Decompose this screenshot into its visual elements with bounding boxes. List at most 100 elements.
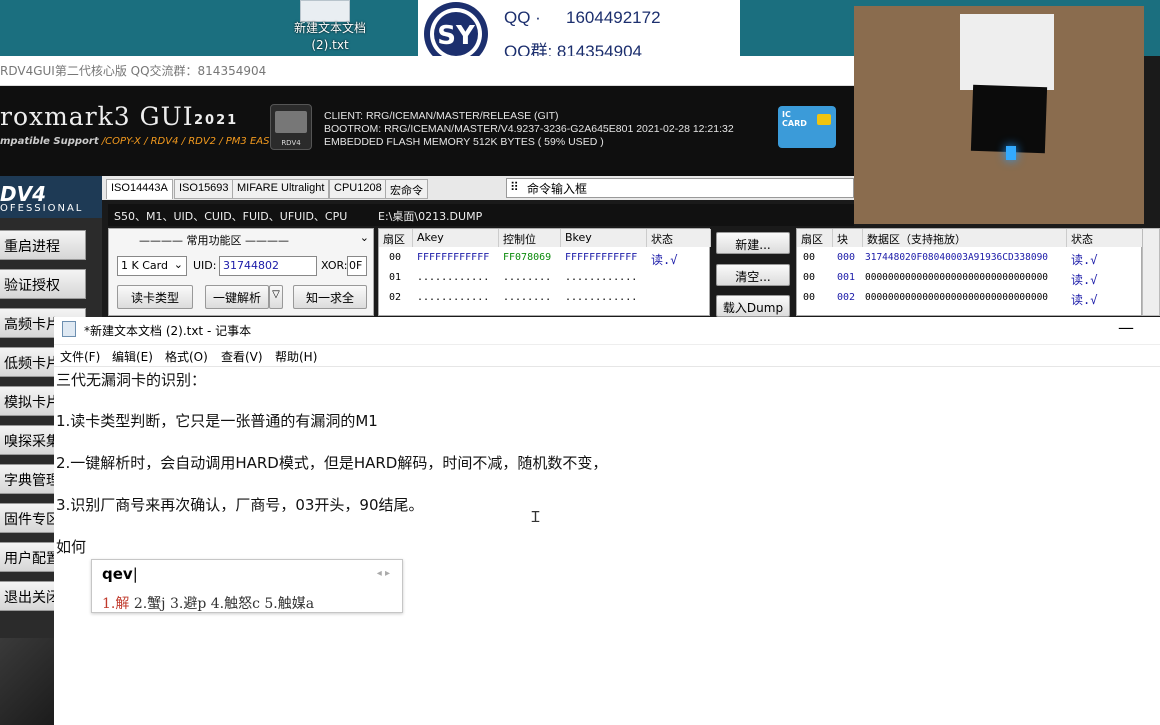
uid-label: UID: (193, 259, 217, 272)
command-icon: ⠿ (510, 180, 519, 194)
status-cell: 读.√ (1071, 293, 1098, 307)
ctrl-cell[interactable]: ........ (503, 272, 551, 283)
collapse-icon[interactable]: ⌄ (360, 231, 369, 244)
menu-edit[interactable]: 编辑(E) (112, 348, 153, 365)
sector-key-table: 扇区 Akey 控制位 Bkey 状态 00 FFFFFFFFFFFF FF07… (378, 228, 711, 316)
col-bkey: Bkey (561, 229, 647, 247)
load-dump-button[interactable]: 载入Dump (716, 295, 790, 317)
text-line: 三代无漏洞卡的识别： (56, 371, 207, 389)
sidebar-header: DV4 OFESSIONAL (0, 176, 102, 218)
brand-title: roxmark3 GUI (0, 102, 194, 131)
function-panel: ———— 常用功能区 ———— ⌄ 1 K Card ⌄ UID: 317448… (108, 228, 374, 316)
card-type-value: 1 K Card (121, 259, 168, 272)
col-block: 块 (833, 229, 863, 247)
block-cell[interactable]: 000 (837, 252, 855, 263)
parse-dropdown-icon[interactable]: ▽ (269, 285, 283, 309)
col-sector: 扇区 (797, 229, 833, 247)
sidebar-button-verify[interactable]: 验证授权 (0, 269, 86, 299)
ime-candidates[interactable]: 1.解 2.蟹j 3.避p 4.触怒c 5.触媒a (102, 593, 314, 613)
know-all-button[interactable]: 知一求全 (293, 285, 367, 309)
card-image (960, 14, 1054, 90)
bkey-cell[interactable]: FFFFFFFFFFFF (565, 252, 637, 263)
block-cell[interactable]: 001 (837, 272, 855, 283)
logo-text: SY (437, 21, 476, 51)
one-key-parse-button[interactable]: 一键解析 (205, 285, 269, 309)
akey-cell[interactable]: ............ (417, 292, 489, 303)
command-label: 命令输入框 (527, 182, 588, 196)
desktop-file-label[interactable]: 新建文本文档 (2).txt (262, 20, 398, 54)
tab-iso14443a[interactable]: ISO14443A (106, 179, 173, 199)
text-file-icon[interactable] (300, 0, 350, 22)
menu-help[interactable]: 帮助(H) (275, 348, 317, 365)
tab-cpu1208[interactable]: CPU1208 (329, 179, 387, 199)
block-data-table: 扇区 块 数据区（支持拖放） 状态 00 000 317448020F08040… (796, 228, 1143, 316)
table-row[interactable]: 01 (389, 272, 401, 283)
menu-file[interactable]: 文件(F) (60, 348, 100, 365)
menu-view[interactable]: 查看(V) (221, 348, 263, 365)
data-cell[interactable]: 00000000000000000000000000000000 (865, 292, 1048, 303)
brand-subtitle: mpatible Support /COPY-X / RDV4 / RDV2 /… (0, 136, 276, 147)
text-line: 2.一键解析时，会自动调用HARD模式，但是HARD解码，时间不减，随机数不变， (56, 454, 608, 472)
card-types: S50、M1、UID、CUID、FUID、UFUID、CPU (114, 210, 348, 223)
col-status: 状态 (1067, 229, 1143, 247)
col-status: 状态 (647, 229, 711, 247)
sidebar-button-restart[interactable]: 重启进程 (0, 230, 86, 260)
minimize-icon[interactable]: — (1118, 318, 1134, 337)
akey-cell[interactable]: ............ (417, 272, 489, 283)
command-input[interactable]: ⠿ 命令输入框 (506, 178, 854, 198)
tab-macro[interactable]: 宏命令 (385, 179, 428, 199)
notepad-icon (62, 321, 76, 337)
status-cell: 读.√ (1071, 253, 1098, 267)
table-row[interactable]: 00 (389, 252, 401, 263)
qq-label: QQ · (504, 8, 541, 27)
menu-format[interactable]: 格式(O) (165, 348, 208, 365)
bkey-cell[interactable]: ............ (565, 292, 637, 303)
ime-page-arrows-icon[interactable]: ◂ ▸ (377, 568, 390, 579)
new-button[interactable]: 新建... (716, 232, 790, 254)
xor-label: XOR: (321, 259, 348, 272)
flash-info: EMBEDDED FLASH MEMORY 512K BYTES ( 59% U… (324, 136, 604, 148)
gui-window-title: RDV4GUI第二代核心版 QQ交流群：814354904 (0, 64, 267, 78)
ime-input: qev| (102, 565, 138, 583)
card-type-select[interactable]: 1 K Card ⌄ (117, 256, 187, 276)
table-row[interactable]: 00 (803, 252, 815, 263)
notepad-title: *新建文本文档 (2).txt - 记事本 (84, 324, 252, 338)
data-cell[interactable]: 317448020F08040003A91936CD338090 (865, 252, 1048, 263)
col-sector: 扇区 (379, 229, 413, 247)
ime-candidate-1[interactable]: 1.解 (102, 596, 129, 612)
ctrl-cell[interactable]: FF078069 (503, 252, 551, 263)
text-line: 如何 (56, 538, 87, 556)
status-cell: 读.√ (651, 253, 678, 267)
reader-device-image (970, 84, 1048, 154)
file-label-line1: 新建文本文档 (293, 21, 366, 35)
ctrl-cell[interactable]: ........ (503, 292, 551, 303)
read-card-type-button[interactable]: 读卡类型 (117, 285, 193, 309)
led-light (1006, 146, 1016, 160)
text-line: 3.识别厂商号来再次确认，厂商号，03开头，90结尾。 (56, 496, 424, 514)
tab-iso15693[interactable]: ISO15693 (174, 179, 234, 199)
scrollbar[interactable] (1142, 228, 1160, 316)
ime-candidate-rest[interactable]: 2.蟹j 3.避p 4.触怒c 5.触媒a (134, 596, 314, 612)
table-row[interactable]: 00 (803, 272, 815, 283)
text-cursor-icon: Ｉ (528, 508, 544, 526)
data-cell[interactable]: 00000000000000000000000000000000 (865, 272, 1048, 283)
brand-year: 2021 (194, 113, 239, 128)
col-ctrl: 控制位 (499, 229, 561, 247)
ime-candidate-window[interactable]: qev| ◂ ▸ 1.解 2.蟹j 3.避p 4.触怒c 5.触媒a (91, 559, 403, 613)
table-row[interactable]: 02 (389, 292, 401, 303)
device-label: RDV4 (281, 139, 301, 147)
chevron-down-icon: ⌄ (173, 258, 183, 271)
xor-input[interactable]: 0F (347, 256, 367, 276)
block-cell[interactable]: 002 (837, 292, 855, 303)
uid-input[interactable]: 31744802 (219, 256, 317, 276)
ic-card-icon: IC CARD (778, 106, 836, 148)
akey-cell[interactable]: FFFFFFFFFFFF (417, 252, 489, 263)
function-panel-title: ———— 常用功能区 ———— (139, 234, 289, 247)
bkey-cell[interactable]: ............ (565, 272, 637, 283)
sidebar-brand-sub: OFESSIONAL (0, 203, 84, 214)
tab-mifare-ultralight[interactable]: MIFARE Ultralight (232, 179, 330, 199)
status-cell: 读.√ (1071, 273, 1098, 287)
clear-button[interactable]: 清空... (716, 264, 790, 286)
text-line: 1.读卡类型判断，它只是一张普通的有漏洞的M1 (56, 412, 378, 430)
table-row[interactable]: 00 (803, 292, 815, 303)
